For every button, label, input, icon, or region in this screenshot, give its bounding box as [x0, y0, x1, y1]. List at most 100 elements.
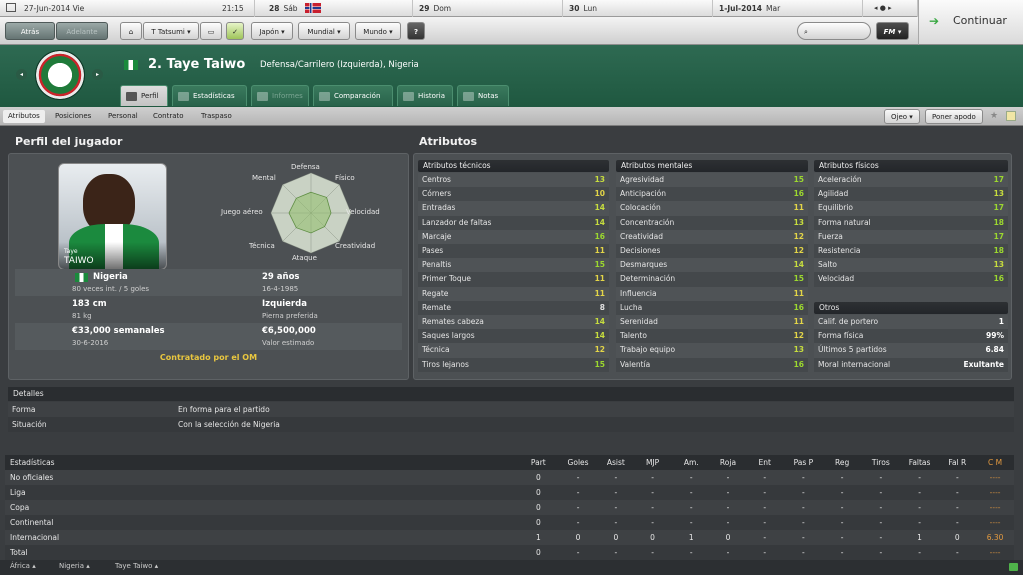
manager-menu[interactable]: T Tatsumi [143, 22, 199, 40]
subnav-contract[interactable]: Contrato [148, 110, 189, 123]
stats-row[interactable]: Liga 0- - - - - - - - - - - ---- [5, 485, 1014, 500]
tab-history[interactable]: Historia [397, 85, 453, 106]
attribute-row[interactable]: Penaltis 15 [418, 258, 609, 273]
stats-column-header[interactable]: Pas P [783, 455, 824, 470]
date-nav[interactable]: ◂ ● ▸ [868, 0, 918, 17]
player-card[interactable]: Taye TAIWO [58, 163, 167, 270]
prev-player-icon[interactable]: ◂ [16, 69, 27, 80]
stats-column-header[interactable]: Faltas [900, 455, 939, 470]
attribute-row[interactable]: Fuerza 17 [814, 229, 1008, 244]
search-input[interactable]: ⌕ [797, 22, 871, 40]
attribute-row[interactable]: Talento 12 [616, 329, 808, 344]
stats-row[interactable]: No oficiales 0- - - - - - - - - - - ---- [5, 470, 1014, 485]
attribute-row[interactable]: Anticipación 16 [616, 187, 808, 202]
attribute-row[interactable]: Primer Toque 11 [418, 272, 609, 287]
attribute-row[interactable]: Calif. de portero 1 [814, 315, 1008, 330]
attribute-row[interactable]: Técnica 12 [418, 343, 609, 358]
date-cell-2[interactable]: 29 Dom [413, 0, 563, 17]
attribute-row[interactable]: Lanzador de faltas 14 [418, 215, 609, 230]
tab-notes[interactable]: Notas [457, 85, 509, 106]
nickname-button[interactable]: Poner apodo [925, 109, 983, 124]
tab-reports[interactable]: Informes [251, 85, 309, 106]
stats-row[interactable]: Total 0- - - - - - - - - - - ---- [5, 545, 1014, 560]
attribute-row[interactable]: Saques largos 14 [418, 329, 609, 344]
stats-column-header[interactable]: Roja [710, 455, 746, 470]
attribute-row[interactable]: Resistencia 18 [814, 244, 1008, 259]
attribute-row[interactable]: Colocación 11 [616, 201, 808, 216]
stats-column-header[interactable]: Tiros [860, 455, 901, 470]
attribute-row[interactable]: Córners 10 [418, 187, 609, 202]
stats-column-header[interactable]: Estadísticas [5, 455, 520, 470]
help-button[interactable]: ? [407, 22, 425, 40]
attribute-row[interactable]: Centros 13 [418, 173, 609, 188]
back-button[interactable]: Atrás [5, 22, 55, 40]
tab-profile[interactable]: Perfil [120, 85, 168, 106]
attribute-row[interactable]: Últimos 5 partidos 6.84 [814, 343, 1008, 358]
stats-column-header[interactable]: Am. [672, 455, 711, 470]
attribute-row[interactable]: Trabajo equipo 13 [616, 343, 808, 358]
subnav-attributes[interactable]: Atributos [3, 110, 45, 123]
stats-row[interactable]: Continental 0- - - - - - - - - - - ---- [5, 515, 1014, 530]
attribute-row[interactable]: Agresividad 15 [616, 173, 808, 188]
date-cell-1[interactable]: 28 Sáb [263, 0, 413, 17]
attribute-row[interactable]: Agilidad 13 [814, 187, 1008, 202]
attribute-row[interactable]: Regate 11 [418, 286, 609, 301]
attribute-row[interactable]: Serenidad 11 [616, 315, 808, 330]
attribute-row[interactable]: Pases 11 [418, 244, 609, 259]
breadcrumb-player[interactable]: Taye Taiwo ▴ [115, 562, 158, 570]
country-menu[interactable]: Japón [251, 22, 293, 40]
club-crest[interactable] [35, 50, 85, 100]
world-menu[interactable]: Mundo [355, 22, 401, 40]
attribute-row[interactable]: Velocidad 16 [814, 272, 1008, 287]
attribute-row[interactable]: Remate 8 [418, 300, 609, 315]
attribute-row[interactable]: Creatividad 12 [616, 229, 808, 244]
attribute-row[interactable]: Influencia 11 [616, 286, 808, 301]
note-icon[interactable] [1006, 111, 1016, 121]
attribute-row[interactable]: Concentración 13 [616, 215, 808, 230]
contracted-status[interactable]: Contratado por el OM [0, 353, 417, 362]
attribute-row[interactable]: Forma natural 18 [814, 215, 1008, 230]
next-player-icon[interactable]: ▸ [92, 69, 103, 80]
subnav-personal[interactable]: Personal [103, 110, 143, 123]
attribute-row[interactable]: Aceleración 17 [814, 173, 1008, 188]
tab-statistics[interactable]: Estadísticas [172, 85, 247, 106]
attribute-row[interactable]: Moral internacional Exultante [814, 357, 1008, 372]
attribute-row[interactable]: Valentía 16 [616, 357, 808, 372]
continue-button[interactable]: ➔ Continuar [918, 0, 1023, 45]
stats-row[interactable]: Internacional 1 0 0 0 1 0- - - -1 0 6.30 [5, 530, 1014, 545]
stats-column-header[interactable]: Goles [557, 455, 599, 470]
forward-button[interactable]: Adelante [56, 22, 108, 40]
stats-column-header[interactable]: Fal R [938, 455, 977, 470]
stats-row[interactable]: Copa 0- - - - - - - - - - - ---- [5, 500, 1014, 515]
current-date-cell[interactable]: 27-Jun-2014 Vie 21:15 [0, 0, 255, 17]
subnav-transfer[interactable]: Traspaso [196, 110, 237, 123]
scout-button[interactable]: Ojeo [884, 109, 920, 124]
news-icon[interactable]: ✓ [226, 22, 244, 40]
stats-column-header[interactable]: Part [519, 455, 558, 470]
stats-column-header[interactable]: Asist [598, 455, 633, 470]
fm-menu[interactable]: FM [876, 22, 909, 40]
dot-icon[interactable]: ● [880, 4, 886, 12]
attribute-row[interactable]: Remates cabeza 14 [418, 315, 609, 330]
status-icon[interactable] [1009, 563, 1018, 571]
attribute-row[interactable]: Desmarques 14 [616, 258, 808, 273]
stats-column-header[interactable]: C M [976, 455, 1014, 470]
breadcrumb-region[interactable]: África ▴ [10, 562, 36, 570]
attribute-row[interactable]: Determinación 15 [616, 272, 808, 287]
attribute-row[interactable]: Decisiones 12 [616, 244, 808, 259]
prev-arrow-icon[interactable]: ◂ [874, 4, 878, 12]
tab-compare[interactable]: Comparación [313, 85, 393, 106]
attribute-row[interactable]: Equilibrio 17 [814, 201, 1008, 216]
stats-column-header[interactable]: Reg [823, 455, 861, 470]
date-cell-4[interactable]: 1-Jul-2014 Mar [713, 0, 863, 17]
stats-column-header[interactable]: Ent [745, 455, 784, 470]
attribute-row[interactable]: Entradas 14 [418, 201, 609, 216]
date-cell-3[interactable]: 30 Lun [563, 0, 713, 17]
next-arrow-icon[interactable]: ▸ [888, 4, 892, 12]
attribute-row[interactable]: Lucha 16 [616, 300, 808, 315]
nationality[interactable]: Nigeria [93, 272, 128, 282]
breadcrumb-nation[interactable]: Nigeria ▴ [59, 562, 90, 570]
attribute-row[interactable]: Tiros lejanos 15 [418, 357, 609, 372]
inbox-icon[interactable]: ▭ [200, 22, 222, 40]
attribute-row[interactable]: Salto 13 [814, 258, 1008, 273]
